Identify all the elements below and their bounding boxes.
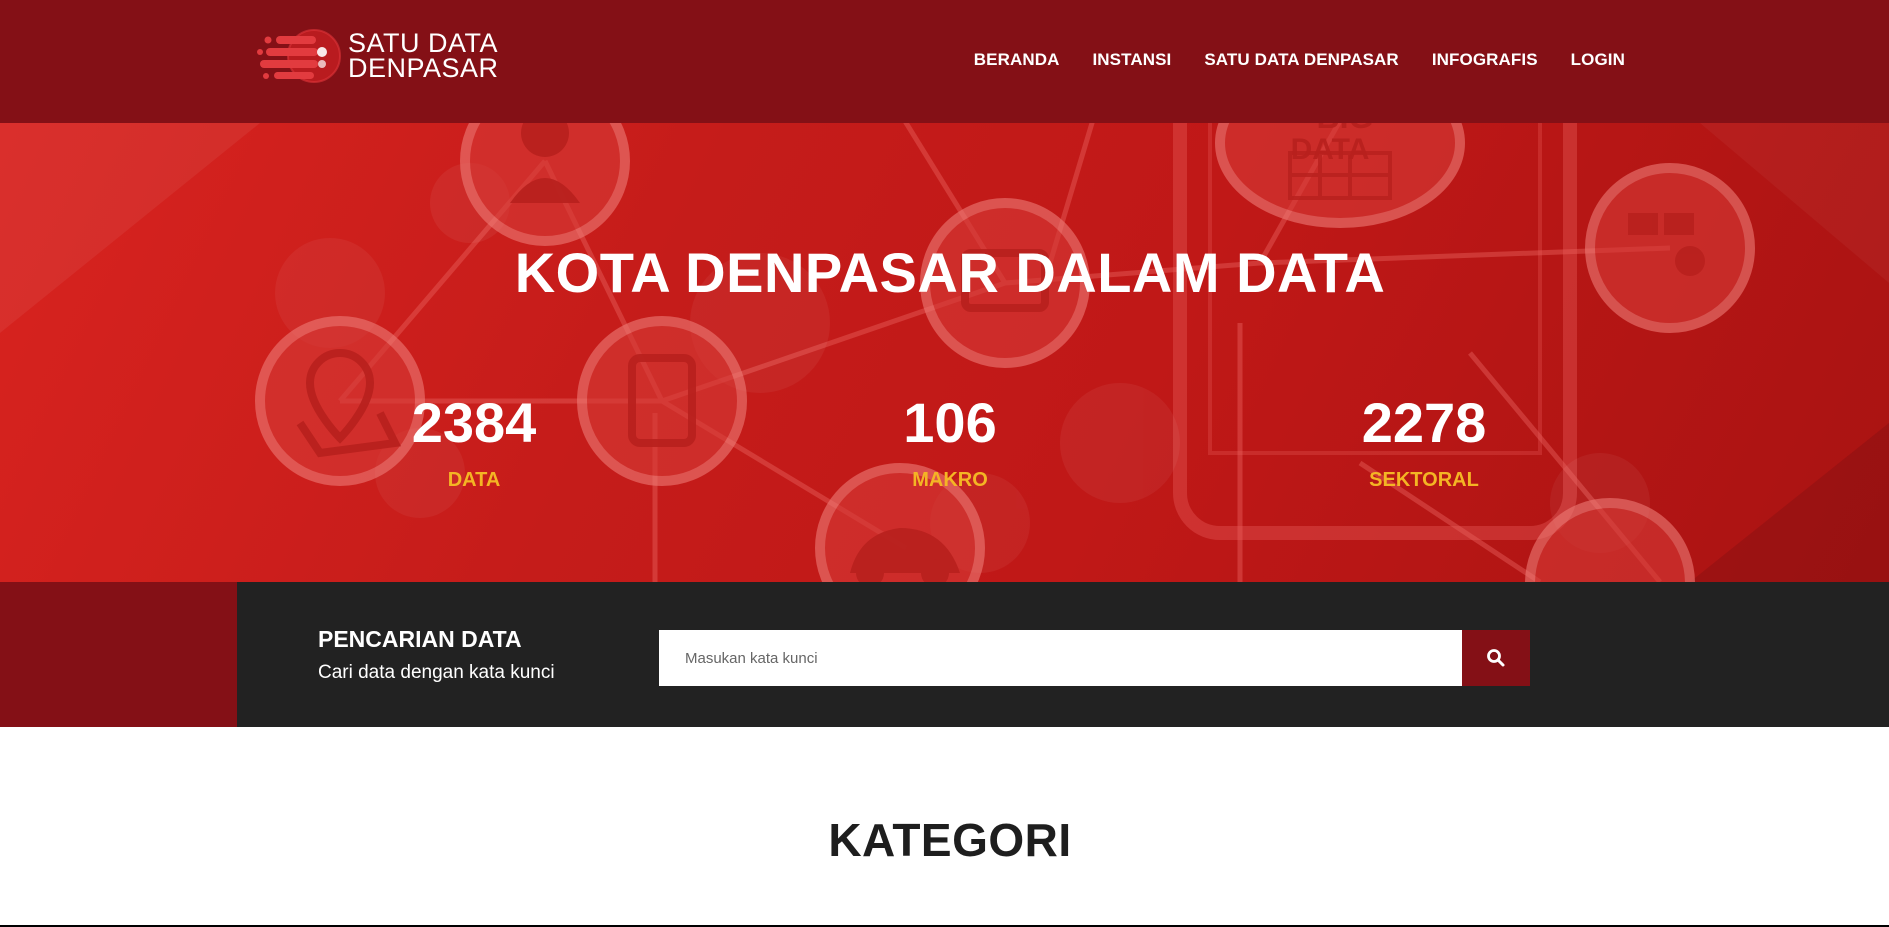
- stat-makro: 106 MAKRO: [800, 393, 1100, 492]
- big-data-graphic-text-2: DATA: [1291, 133, 1370, 166]
- site-header: SATU DATA DENPASAR BERANDA INSTANSI SATU…: [0, 0, 1889, 123]
- search-subtitle: Cari data dengan kata kunci: [318, 662, 555, 683]
- nav-instansi[interactable]: INSTANSI: [1092, 50, 1171, 70]
- search-section: PENCARIAN DATA Cari data dengan kata kun…: [0, 582, 1889, 727]
- nav-infografis[interactable]: INFOGRAFIS: [1432, 50, 1538, 70]
- logo[interactable]: SATU DATA DENPASAR: [256, 26, 516, 86]
- logo-icon: [257, 29, 341, 83]
- kategori-heading: KATEGORI: [828, 814, 1072, 866]
- stat-sektoral: 2278 SEKTORAL: [1274, 393, 1574, 492]
- hero-banner: BIG DATA KOTA DENPASAR DALAM DATA 2384 D…: [0, 123, 1889, 582]
- stat-makro-label: MAKRO: [912, 469, 988, 491]
- nav-beranda[interactable]: BERANDA: [974, 50, 1060, 70]
- stat-sektoral-label: SEKTORAL: [1369, 469, 1479, 491]
- main-nav: BERANDA INSTANSI SATU DATA DENPASAR INFO…: [974, 50, 1625, 70]
- search-band-accent: [0, 582, 237, 727]
- nav-satu-data-denpasar[interactable]: SATU DATA DENPASAR: [1204, 50, 1398, 70]
- search-icon: [1487, 649, 1505, 667]
- hero-title: KOTA DENPASAR DALAM DATA: [514, 241, 1386, 304]
- nav-login[interactable]: LOGIN: [1571, 50, 1625, 70]
- stat-data-value: 2384: [411, 391, 537, 454]
- hero-background-illustration: BIG DATA: [0, 123, 1889, 582]
- logo-text: SATU DATA DENPASAR: [348, 30, 499, 83]
- stat-sektoral-value: 2278: [1361, 391, 1487, 454]
- search-title: PENCARIAN DATA: [318, 626, 522, 652]
- search-button[interactable]: [1462, 630, 1530, 686]
- stat-makro-value: 106: [903, 391, 997, 454]
- stat-data: 2384 DATA: [324, 393, 624, 492]
- search-input[interactable]: [659, 630, 1462, 686]
- logo-line-2: DENPASAR: [348, 53, 499, 83]
- stat-data-label: DATA: [447, 469, 501, 491]
